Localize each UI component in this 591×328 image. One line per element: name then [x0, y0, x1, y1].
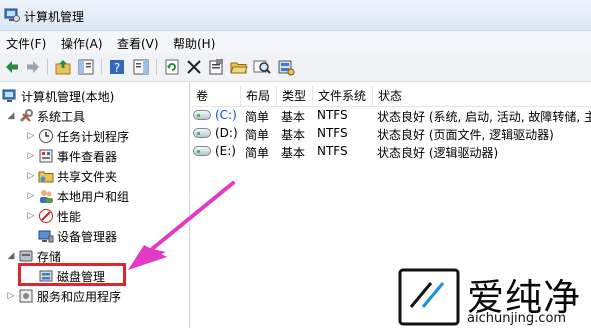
status-cell: 状态良好 (系统, 启动, 活动, 故障转储, 主: [377, 110, 591, 124]
open-folder-icon[interactable]: [230, 58, 248, 76]
layout-cell: 简单: [245, 146, 270, 160]
navigation-tree: 计算机管理(本地) ◢ 系统工具 ▷ 任务计划程序 ▷ 事件查看器 ▷ 共享文件…: [0, 82, 190, 328]
show-hide-tree-icon[interactable]: [77, 58, 95, 76]
column-header-type[interactable]: 类型: [277, 86, 313, 106]
menu-view[interactable]: 查看(V): [117, 35, 159, 52]
menu-bar: 文件(F) 操作(A) 查看(V) 帮助(H): [0, 31, 591, 53]
tree-node-performance[interactable]: ▷ 性能: [26, 207, 81, 225]
refresh-icon[interactable]: [163, 58, 181, 76]
search-icon[interactable]: [253, 58, 271, 76]
toolbar: ?: [0, 53, 591, 82]
services-icon: [18, 288, 34, 304]
tree-label: 系统工具: [37, 109, 86, 124]
collapse-arrow-icon[interactable]: ◢: [6, 111, 16, 121]
status-cell: 状态良好 (页面文件, 逻辑驱动器): [377, 128, 554, 142]
status-cell: 状态良好 (逻辑驱动器): [377, 146, 499, 160]
tree-label: 存储: [37, 249, 62, 264]
back-icon[interactable]: [3, 58, 21, 76]
tree-node-system-tools[interactable]: ◢ 系统工具: [6, 107, 85, 125]
tools-icon: [18, 108, 34, 124]
tree-label: 本地用户和组: [57, 189, 130, 204]
watermark-logo-icon: [398, 268, 460, 326]
menu-help[interactable]: 帮助(H): [173, 35, 215, 52]
expand-arrow-icon[interactable]: ▷: [26, 211, 36, 221]
tree-label: 计算机管理(本地): [21, 89, 115, 104]
delete-icon[interactable]: [185, 58, 203, 76]
table-row[interactable]: (E:) 简单 基本 NTFS 状态良好 (逻辑驱动器): [191, 143, 591, 161]
properties-icon[interactable]: [207, 58, 225, 76]
drive-icon: [193, 110, 211, 120]
column-header-status[interactable]: 状态: [373, 86, 591, 106]
filesystem-cell: NTFS: [317, 144, 348, 158]
watermark: 爱纯净 aichunjing.com: [397, 267, 591, 328]
up-folder-icon[interactable]: [54, 58, 72, 76]
drive-icon: [193, 146, 211, 156]
users-icon: [38, 188, 54, 204]
highlight-box: [18, 263, 126, 286]
type-cell: 基本: [281, 110, 306, 124]
volume-cell: (E:): [215, 144, 236, 158]
tree-label: 性能: [57, 209, 82, 224]
filesystem-cell: NTFS: [317, 126, 348, 140]
tree-label: 事件查看器: [57, 149, 118, 164]
tree-node-computer-management[interactable]: 计算机管理(本地): [0, 87, 114, 105]
layout-cell: 简单: [245, 128, 270, 142]
help-icon[interactable]: ?: [108, 58, 126, 76]
layout-cell: 简单: [245, 110, 270, 124]
type-cell: 基本: [281, 128, 306, 142]
forward-icon[interactable]: [24, 58, 42, 76]
volume-cell: (D:): [215, 126, 238, 140]
column-header-filesystem[interactable]: 文件系统: [313, 86, 373, 106]
tree-node-event-viewer[interactable]: ▷ 事件查看器: [26, 147, 117, 165]
expand-arrow-icon[interactable]: ▷: [26, 131, 36, 141]
tree-node-services-apps[interactable]: ▷ 服务和应用程序: [6, 287, 121, 305]
table-row[interactable]: (C:) 简单 基本 NTFS 状态良好 (系统, 启动, 活动, 故障转储, …: [191, 107, 591, 125]
tree-node-device-manager[interactable]: 设备管理器: [36, 227, 117, 245]
table-row[interactable]: (D:) 简单 基本 NTFS 状态良好 (页面文件, 逻辑驱动器): [191, 125, 591, 143]
tree-label: 共享文件夹: [57, 169, 118, 184]
column-header-row: 卷 布局 类型 文件系统 状态: [191, 86, 591, 107]
tree-node-local-users-groups[interactable]: ▷ 本地用户和组: [26, 187, 129, 205]
menu-action[interactable]: 操作(A): [61, 35, 103, 52]
properties-pane-icon[interactable]: [132, 58, 150, 76]
expand-arrow-icon[interactable]: ▷: [26, 171, 36, 181]
tree-node-task-scheduler[interactable]: ▷ 任务计划程序: [26, 127, 129, 145]
type-cell: 基本: [281, 146, 306, 160]
watermark-url: aichunjing.com: [467, 311, 567, 326]
performance-icon: [38, 208, 54, 224]
expand-arrow-icon[interactable]: ▷: [26, 151, 36, 161]
expand-arrow-icon[interactable]: ▷: [6, 291, 16, 301]
event-viewer-icon: [38, 148, 54, 164]
tree-label: 服务和应用程序: [37, 289, 122, 304]
column-header-layout[interactable]: 布局: [241, 86, 277, 106]
drive-icon: [193, 128, 211, 138]
device-manager-icon: [38, 228, 54, 244]
computer-management-icon: [2, 88, 18, 104]
computer-management-icon: [4, 7, 20, 23]
expand-arrow-icon[interactable]: ▷: [26, 191, 36, 201]
title-bar: 计算机管理: [0, 0, 591, 31]
window-title: 计算机管理: [24, 10, 85, 24]
volume-cell: (C:): [215, 108, 237, 122]
svg-text:?: ?: [114, 61, 120, 75]
tree-label: 设备管理器: [57, 229, 118, 244]
column-header-volume[interactable]: 卷: [191, 86, 241, 106]
tree-node-shared-folders[interactable]: ▷ 共享文件夹: [26, 167, 117, 185]
shared-folder-icon: [38, 168, 54, 184]
filesystem-cell: NTFS: [317, 108, 348, 122]
tree-label: 任务计划程序: [57, 129, 130, 144]
clock-icon: [38, 128, 54, 144]
storage-icon: [18, 248, 34, 264]
menu-file[interactable]: 文件(F): [6, 35, 46, 52]
disk-settings-icon[interactable]: [277, 58, 295, 76]
collapse-arrow-icon[interactable]: ◢: [6, 251, 16, 261]
